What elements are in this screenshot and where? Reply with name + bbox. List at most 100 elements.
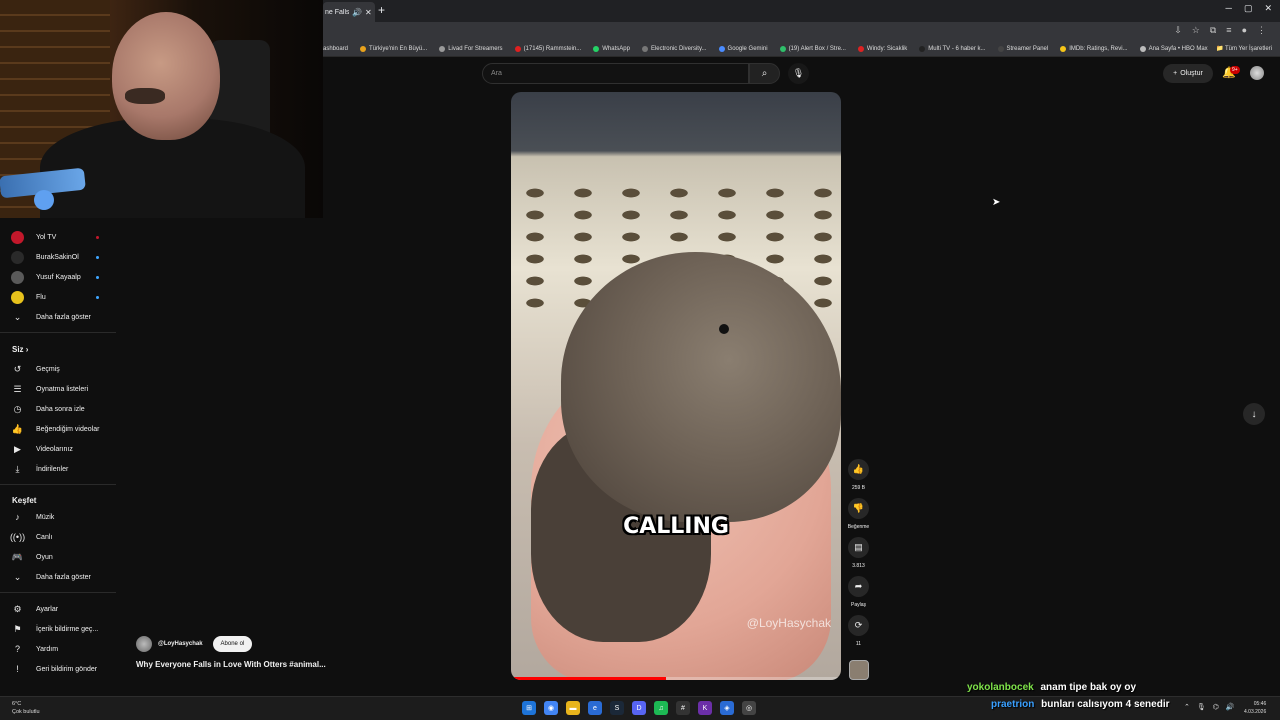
close-tab-icon[interactable]: ✕ [365, 8, 372, 17]
sidebar-subscription[interactable]: Yusuf Kayaalp [0, 268, 116, 286]
extensions-icon[interactable]: ⧉ [1210, 25, 1216, 36]
bookmark[interactable]: Streamer Panel [997, 46, 1048, 52]
bookmark[interactable]: Ana Sayfa • HBO Max [1139, 46, 1208, 52]
sidebar-item-watch-later[interactable]: ◷ Daha sonra izle [0, 400, 116, 418]
chrome-icon[interactable]: ◉ [544, 701, 558, 715]
remix-button[interactable]: ⟳ 11 [846, 615, 871, 647]
bookmark[interactable]: Electronic Diversity... [641, 46, 707, 52]
bookmark[interactable]: (17145) Rammstein... [514, 46, 581, 52]
video-otter-eye [719, 324, 729, 334]
webcam-light [34, 190, 54, 210]
sidebar-subscription[interactable]: Yol TV [0, 228, 116, 246]
avatar[interactable] [1250, 66, 1264, 80]
speaker-icon[interactable]: 🔊 [352, 8, 362, 17]
search-input[interactable]: Ara [482, 63, 749, 84]
menu-icon[interactable]: ⋮ [1257, 25, 1266, 36]
bookmark[interactable]: Livad For Streamers [439, 46, 503, 52]
calculator-icon[interactable]: # [676, 701, 690, 715]
all-bookmarks[interactable]: 📁 Tüm Yer İşaretleri [1216, 45, 1272, 52]
sidebar-item-report-history[interactable]: ⚑ İçerik bildirme geç... [0, 620, 116, 638]
sidebar-section-you[interactable]: Siz › [12, 345, 28, 354]
maximize-icon[interactable]: ▢ [1244, 3, 1253, 14]
dislike-button[interactable]: 👎 Beğenme [846, 498, 871, 530]
like-count: 259 B [851, 485, 866, 491]
sidebar-item-liked[interactable]: 👍 Beğendiğim videolar [0, 420, 116, 438]
create-button[interactable]: + Oluştur [1163, 64, 1213, 83]
sidebar-item-label: İndirilenler [36, 465, 69, 473]
webcam-overlay [0, 0, 323, 218]
clock-icon: ◷ [13, 403, 22, 414]
sidebar-item-help[interactable]: ? Yardım [0, 640, 116, 658]
audio-source-thumbnail[interactable] [849, 660, 869, 680]
profile-icon[interactable]: ● [1242, 25, 1247, 36]
new-tab-icon[interactable]: + [378, 3, 385, 17]
weather-widget[interactable]: 6°C Çok bulutlu [12, 700, 40, 716]
bookmark[interactable]: (19) Alert Box / Stre... [779, 46, 846, 52]
video-progress-bar[interactable] [511, 677, 841, 680]
media-icon[interactable]: ≡ [1226, 25, 1231, 36]
chevron-up-icon[interactable]: ⌃ [1184, 703, 1190, 711]
channel-name[interactable]: @LoyHasychak [158, 641, 203, 647]
clock[interactable]: 05:46 4.03.2026 [1244, 700, 1266, 716]
bookmark[interactable]: IMDb: Ratings, Revi... [1060, 46, 1128, 52]
video-title[interactable]: Why Everyone Falls in Love With Otters #… [136, 660, 326, 669]
browser-tab[interactable]: ne Falls 🔊 ✕ [323, 2, 375, 22]
microphone-icon[interactable]: 🎙 [1197, 703, 1206, 711]
channel-avatar[interactable] [136, 636, 152, 652]
search-button[interactable]: ⌕ [749, 63, 780, 84]
sidebar-item-downloads[interactable]: ⤓ İndirilenler [0, 460, 116, 478]
app-icon[interactable]: ◈ [720, 701, 734, 715]
sidebar-item-live[interactable]: ((•)) Canlı [0, 528, 116, 546]
bookmark[interactable]: ashboard [323, 46, 348, 52]
network-icon[interactable]: ⌬ [1213, 703, 1219, 711]
bookmark[interactable]: Google Gemini [718, 46, 768, 52]
voice-search-button[interactable]: 🎙 [788, 63, 809, 84]
subscribe-button[interactable]: Abone ol [212, 636, 253, 652]
bookmark[interactable]: WhatsApp [593, 46, 630, 52]
channel-avatar [11, 250, 24, 264]
bookmark[interactable]: Türkiye'nin En Büyü... [360, 46, 427, 52]
steam-icon[interactable]: S [610, 701, 624, 715]
sidebar-subscription[interactable]: BurakSakinOl [0, 248, 116, 266]
sidebar-item-label: Oynatma listeleri [36, 385, 89, 393]
obs-icon[interactable]: K [698, 701, 712, 715]
edge-icon[interactable]: e [588, 701, 602, 715]
sidebar-subscription[interactable]: Flu [0, 288, 116, 306]
sidebar-show-more[interactable]: ⌄ Daha fazla göster [0, 568, 116, 586]
short-video-player[interactable]: CALLING @LoyHasychak [511, 92, 841, 680]
app-icon[interactable]: ◎ [742, 701, 756, 715]
thumbs-down-icon: 👎 [848, 498, 869, 519]
share-button[interactable]: ➦ Paylaş [846, 576, 871, 608]
sidebar-item-gaming[interactable]: 🎮 Oyun [0, 548, 116, 566]
windows-start-icon[interactable]: ⊞ [522, 701, 536, 715]
sidebar-item-feedback[interactable]: ! Geri bildirim gönder [0, 660, 116, 678]
chat-text: anam tipe bak oy oy [1040, 682, 1137, 693]
new-content-dot [96, 295, 99, 299]
sidebar-item-your-videos[interactable]: ▶ Videolarınız [0, 440, 116, 458]
minimize-icon[interactable]: ─ [1226, 3, 1232, 14]
sidebar-item-label: Ayarlar [36, 605, 59, 613]
bookmark[interactable]: Multi TV - 6 haber k... [919, 46, 986, 52]
discord-icon[interactable]: D [632, 701, 646, 715]
spotify-icon[interactable]: ♫ [654, 701, 668, 715]
volume-icon[interactable]: 🔊 [1226, 703, 1235, 711]
next-short-button[interactable]: ↓ [1243, 403, 1265, 425]
close-window-icon[interactable]: ✕ [1264, 3, 1272, 14]
chevron-down-icon: ⌄ [13, 311, 22, 322]
sidebar-item-music[interactable]: ♪ Müzik [0, 508, 116, 526]
chat-message: yokolanbocek anam tipe bak oy oy [967, 682, 1136, 693]
sidebar-item-history[interactable]: ↺ Geçmiş [0, 360, 116, 378]
sidebar-item-settings[interactable]: ⚙ Ayarlar [0, 600, 116, 618]
install-icon[interactable]: ⇩ [1174, 25, 1182, 36]
sidebar-item-playlists[interactable]: ☰ Oynatma listeleri [0, 380, 116, 398]
like-button[interactable]: 👍 259 B [846, 459, 871, 491]
star-icon[interactable]: ☆ [1192, 25, 1200, 36]
sidebar-item-label: Flu [36, 293, 46, 301]
folder-icon[interactable]: ▬ [566, 701, 580, 715]
history-icon: ↺ [13, 363, 22, 374]
comments-button[interactable]: ▤ 3.813 [846, 537, 871, 569]
sidebar-show-more[interactable]: ⌄ Daha fazla göster [0, 308, 116, 326]
remix-count: 11 [855, 641, 862, 647]
video-watermark: @LoyHasychak [746, 616, 831, 630]
bookmark[interactable]: Windy: Sicaklik [857, 46, 907, 52]
